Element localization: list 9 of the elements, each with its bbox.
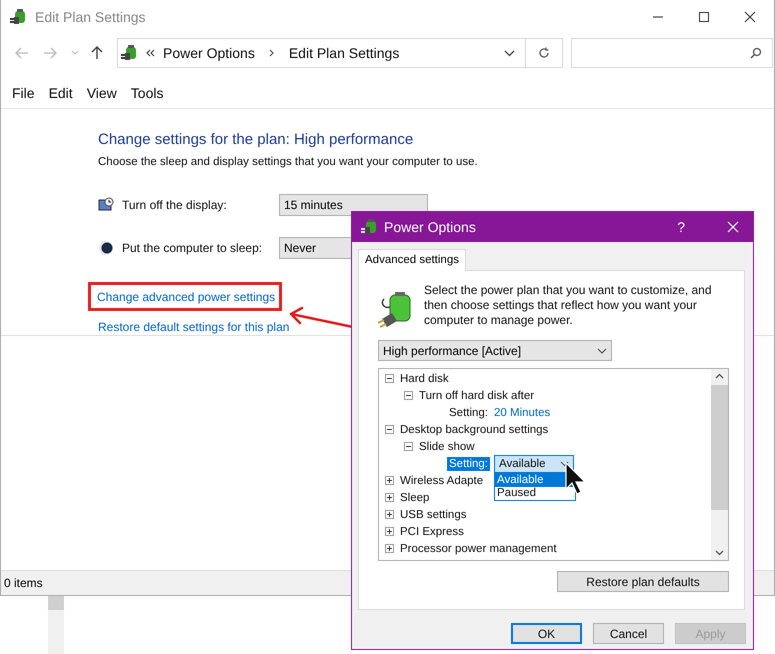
page-subtitle: Choose the sleep and display settings that you want your computer to use. xyxy=(98,156,479,168)
dialog-title: Power Options xyxy=(384,219,476,235)
window-title: Edit Plan Settings xyxy=(35,9,146,25)
dialog-description: Select the power plan that you want to customize, and then choose settings that reflect how you want your computer to manage power. xyxy=(424,283,713,329)
setting-label: Turn off the display: xyxy=(122,198,228,212)
setting-label: Setting: xyxy=(448,406,489,420)
page-heading: Change settings for the plan: High performance xyxy=(98,131,414,148)
setting-label: Put the computer to sleep: xyxy=(122,241,264,255)
setting-label: Setting: xyxy=(447,456,490,470)
